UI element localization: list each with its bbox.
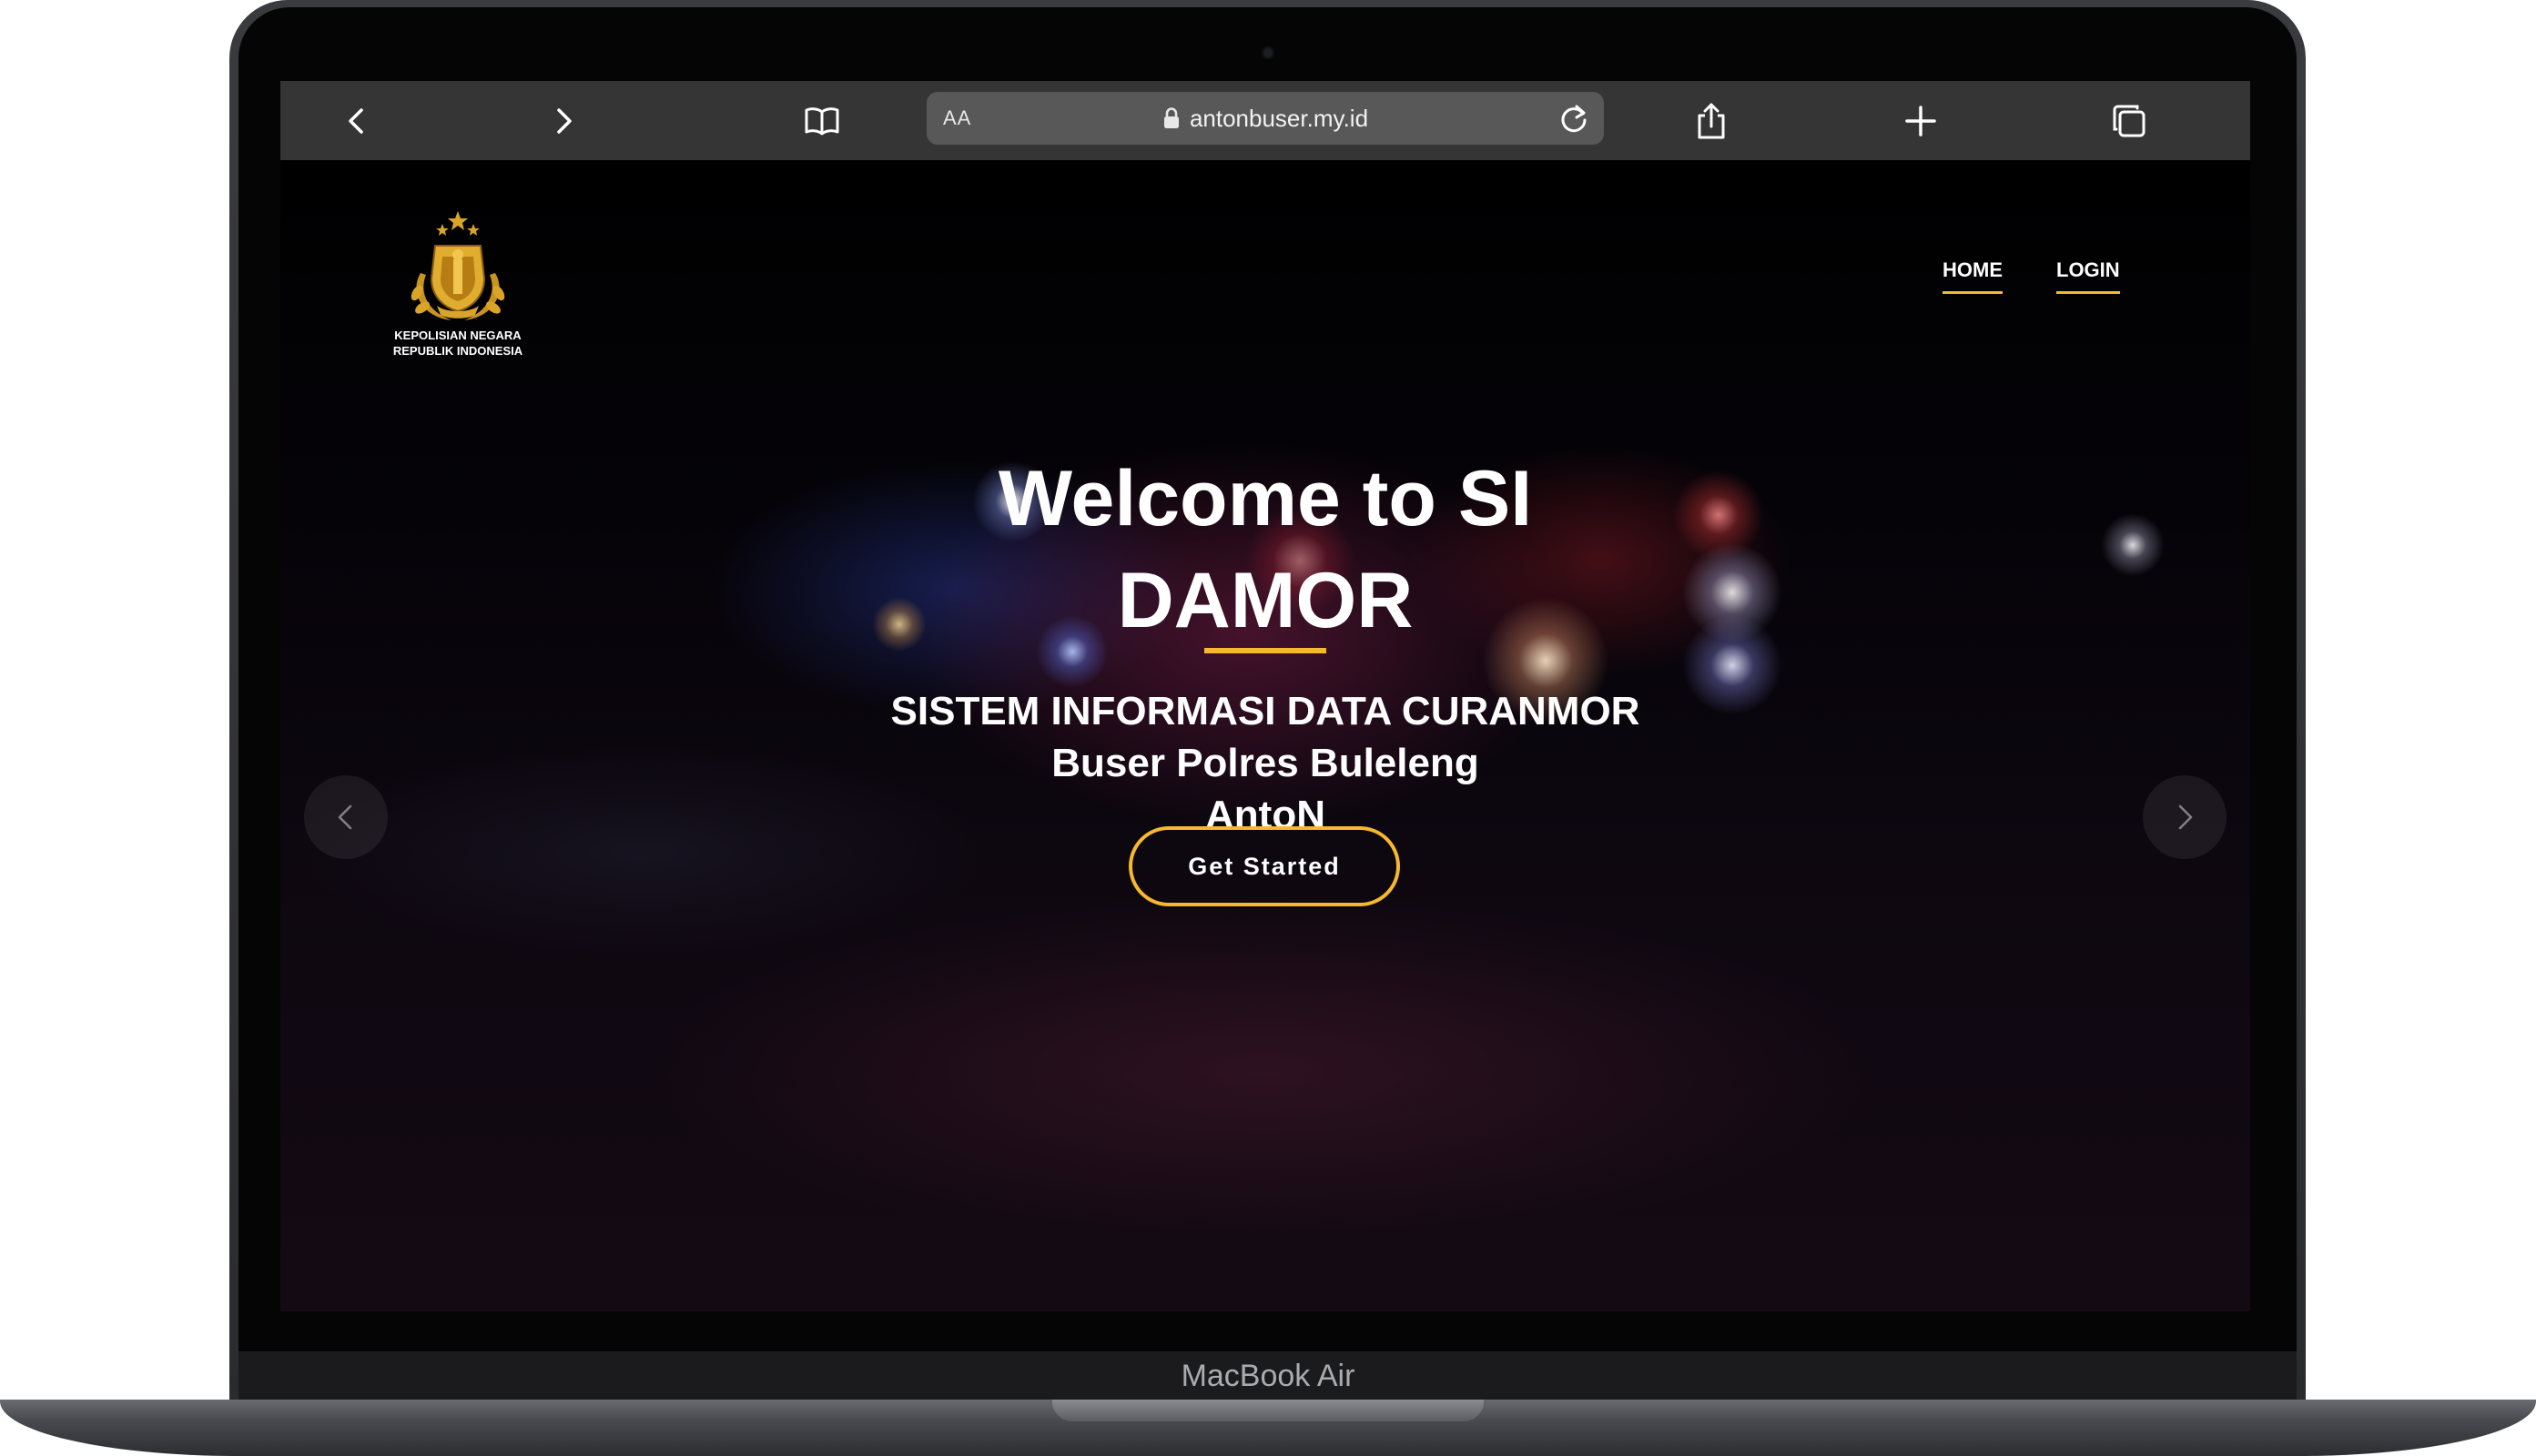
url-text: antonbuser.my.id — [1189, 104, 1369, 132]
laptop-screen: AA antonbuser.my.id KEPOLISIAN NEGARA RE… — [280, 81, 2250, 1311]
share-icon — [1698, 103, 1725, 139]
get-started-button[interactable]: Get Started — [1129, 826, 1400, 906]
camera-icon — [1262, 46, 1274, 59]
logo-text-line: KEPOLISIAN NEGARA — [394, 329, 522, 342]
reload-icon[interactable] — [1555, 99, 1593, 137]
hero-title-line: Welcome to SI — [998, 455, 1533, 542]
laptop-base-notch — [1052, 1400, 1484, 1421]
browser-toolbar: AA antonbuser.my.id — [280, 81, 2250, 160]
text-size-button[interactable]: AA — [943, 92, 971, 145]
url-display: antonbuser.my.id — [927, 92, 1604, 145]
chevron-left-icon — [349, 108, 363, 134]
light-flare — [2101, 513, 2165, 577]
nav-home-wrap: HOME — [1943, 258, 2003, 294]
book-icon — [805, 107, 839, 136]
title-underline — [1204, 648, 1326, 653]
logo-text-line: REPUBLIK INDONESIA — [392, 344, 523, 358]
logo-text: KEPOLISIAN NEGARA REPUBLIK INDONESIA — [380, 328, 535, 359]
address-bar[interactable]: AA antonbuser.my.id — [927, 92, 1604, 145]
tabs-icon — [2113, 105, 2145, 137]
nav-home-link[interactable]: HOME — [1943, 258, 2003, 294]
device-brand-label: MacBook Air — [1181, 1359, 1355, 1393]
hero-subtitle: SISTEM INFORMASI DATA CURANMOR Buser Pol… — [765, 685, 1766, 841]
nav-login-wrap: LOGIN — [2056, 258, 2120, 294]
plus-icon — [1905, 106, 1936, 136]
hero-title: Welcome to SI DAMOR — [810, 448, 1720, 652]
chevron-right-icon — [557, 108, 572, 134]
lock-icon — [1162, 107, 1181, 129]
site-logo[interactable]: KEPOLISIAN NEGARA REPUBLIK INDONESIA — [380, 209, 535, 364]
share-button[interactable] — [1689, 99, 1733, 143]
bookmarks-button[interactable] — [800, 99, 844, 143]
police-emblem-icon — [411, 211, 505, 320]
hero-subtitle-line: SISTEM INFORMASI DATA CURANMOR — [890, 689, 1640, 733]
forward-button[interactable] — [542, 99, 585, 143]
new-tab-button[interactable] — [1899, 99, 1943, 143]
chevron-left-icon — [338, 804, 352, 830]
carousel-prev-button[interactable] — [304, 775, 388, 859]
hero-title-line: DAMOR — [1117, 557, 1414, 644]
chevron-right-icon — [2178, 804, 2193, 830]
carousel-next-button[interactable] — [2143, 775, 2227, 859]
nav-login-link[interactable]: LOGIN — [2056, 258, 2120, 294]
tabs-button[interactable] — [2107, 99, 2151, 143]
hero-section: KEPOLISIAN NEGARA REPUBLIK INDONESIA HOM… — [280, 160, 2250, 1311]
back-button[interactable] — [335, 99, 379, 143]
hero-subtitle-line: Buser Polres Buleleng — [1051, 741, 1479, 785]
